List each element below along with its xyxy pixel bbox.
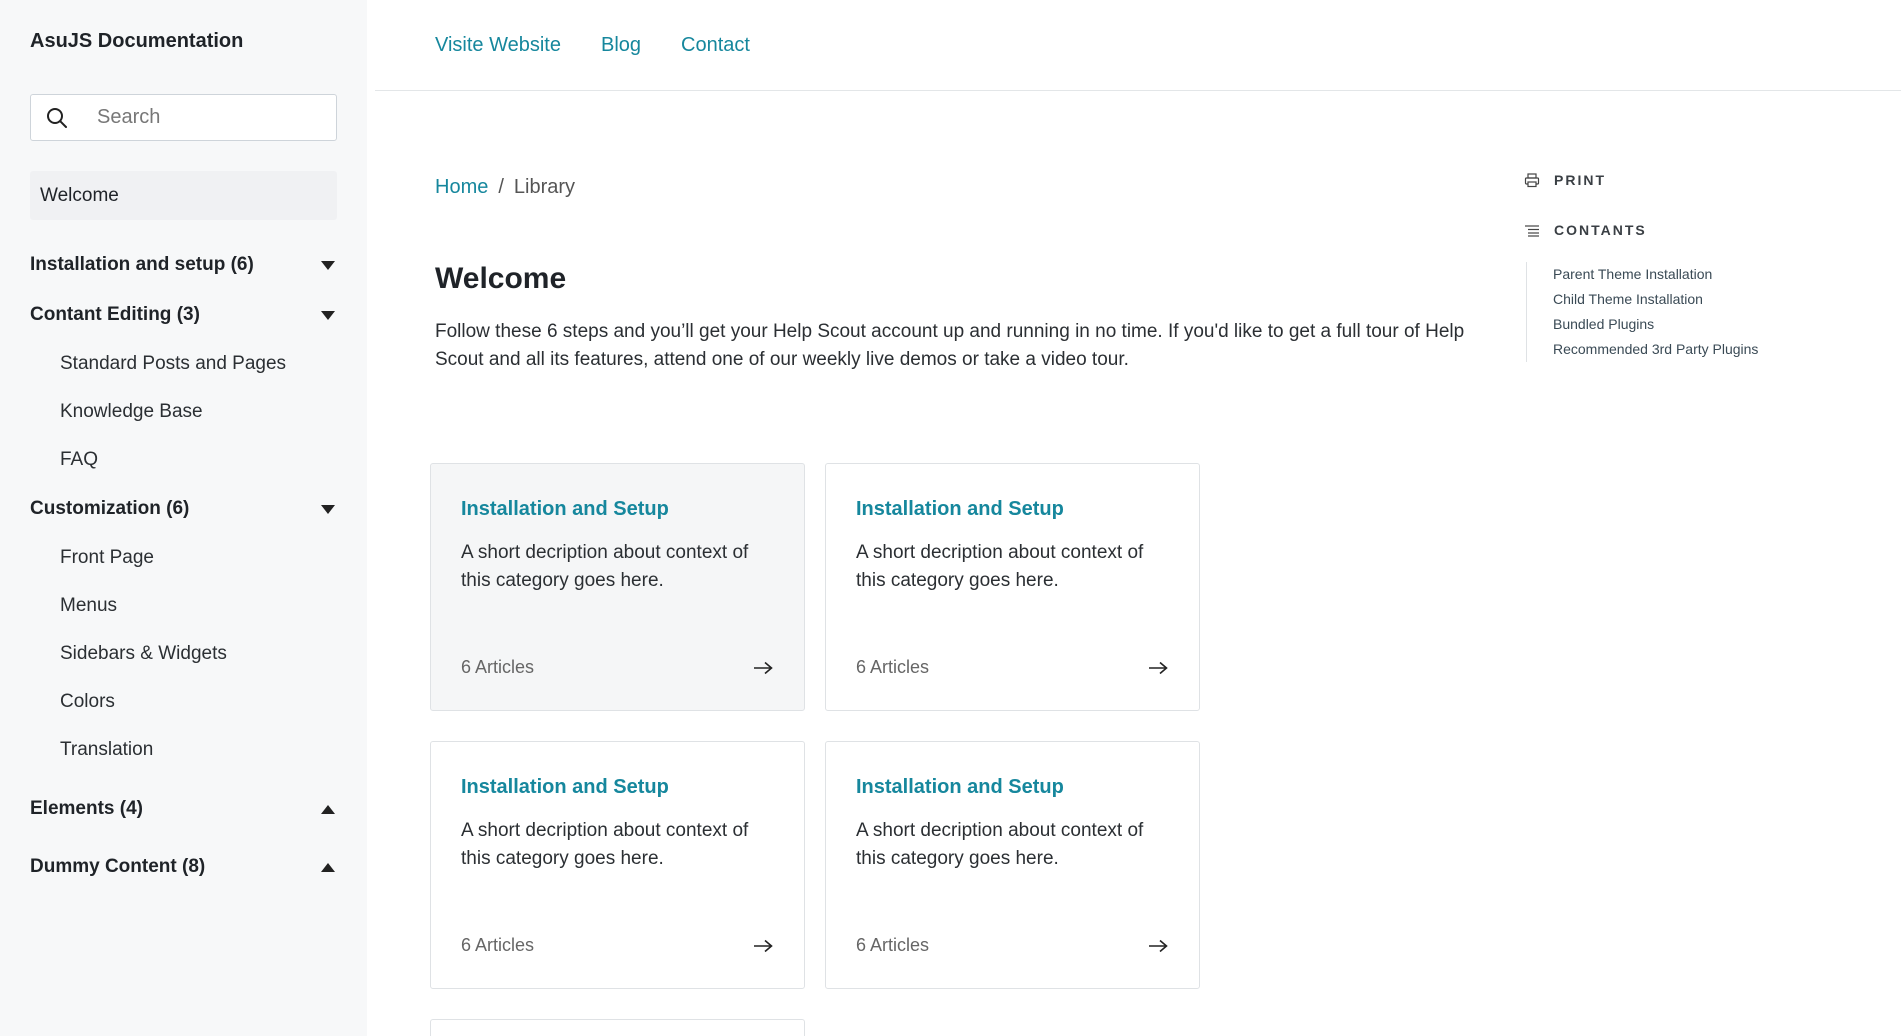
search-input[interactable] [97, 106, 317, 129]
sidebar-item-standard-posts[interactable]: Standard Posts and Pages [60, 340, 337, 388]
sidebar-section-label: Customization (6) [30, 498, 190, 519]
caret-down-icon [321, 504, 335, 514]
sidebar-section-dummy-content[interactable]: Dummy Content (8) [30, 842, 337, 892]
toc-list: Parent Theme Installation Child Theme In… [1526, 262, 1758, 362]
sidebar-sublist: Front Page Menus Sidebars & Widgets Colo… [30, 534, 337, 774]
card-title[interactable]: Installation and Setup [461, 498, 774, 521]
top-nav-links: Visite Website Blog Contact [435, 34, 750, 57]
card-description: A short decription about context of this… [461, 820, 749, 869]
caret-down-icon [321, 310, 335, 320]
breadcrumb-current: Library [513, 176, 576, 198]
card-title[interactable]: Installation and Setup [856, 776, 1169, 799]
card-article-count: 6 Articles [856, 657, 930, 677]
sidebar-section-label: Elements (4) [30, 798, 143, 819]
search-icon [47, 107, 67, 128]
card-title[interactable]: Installation and Setup [856, 498, 1169, 521]
breadcrumb: Home / Library [435, 176, 575, 199]
sidebar-section-customization[interactable]: Customization (6) [30, 484, 337, 534]
top-link-blog[interactable]: Blog [601, 34, 641, 57]
toc-item[interactable]: Parent Theme Installation [1553, 262, 1758, 287]
page-title: Welcome [435, 262, 567, 295]
breadcrumb-home[interactable]: Home [435, 176, 488, 199]
card-footer: 6 Articles [461, 935, 774, 956]
printer-icon [1524, 173, 1540, 188]
category-card-partial[interactable] [430, 1019, 805, 1036]
card-footer: 6 Articles [461, 657, 774, 678]
sidebar-section-elements[interactable]: Elements (4) [30, 784, 337, 834]
sidebar-section-label: Dummy Content (8) [30, 856, 206, 877]
contents-toggle[interactable]: CONTANTS [1524, 218, 1758, 242]
contents-label: CONTANTS [1554, 222, 1647, 238]
category-card[interactable]: Installation and Setup A short decriptio… [430, 741, 805, 989]
sidebar-item-sidebars-widgets[interactable]: Sidebars & Widgets [60, 630, 337, 678]
card-footer: 6 Articles [856, 657, 1169, 678]
list-icon [1525, 225, 1539, 237]
card-description: A short decription about context of this… [856, 820, 1144, 869]
caret-up-icon [321, 804, 335, 814]
print-label: PRINT [1554, 172, 1606, 188]
arrow-right-icon[interactable] [1147, 939, 1169, 953]
sidebar-nav: Installation and setup (6) Contant Editi… [30, 240, 337, 892]
arrow-right-icon[interactable] [752, 939, 774, 953]
top-link-website[interactable]: Visite Website [435, 34, 561, 57]
sidebar-section-content-editing[interactable]: Contant Editing (3) [30, 290, 337, 340]
sidebar-item-menus[interactable]: Menus [60, 582, 337, 630]
search-box[interactable] [30, 94, 337, 141]
sidebar-section-label: Contant Editing (3) [30, 304, 200, 325]
card-description: A short decription about context of this… [856, 542, 1144, 591]
toc-item[interactable]: Bundled Plugins [1553, 312, 1758, 337]
category-card[interactable]: Installation and Setup A short decriptio… [430, 463, 805, 711]
top-nav: Visite Website Blog Contact [375, 0, 1901, 91]
card-footer: 6 Articles [856, 935, 1169, 956]
page-intro: Follow these 6 steps and you’ll get your… [435, 321, 1465, 370]
table-of-contents: PRINT CONTANTS Parent Theme Installation… [1524, 168, 1758, 362]
sidebar: AsuJS Documentation Welcome Installation… [0, 0, 367, 1036]
breadcrumb-separator: / [498, 176, 504, 198]
sidebar-item-welcome[interactable]: Welcome [30, 171, 337, 220]
card-title[interactable]: Installation and Setup [461, 776, 774, 799]
print-button[interactable]: PRINT [1524, 168, 1758, 192]
arrow-right-icon[interactable] [1147, 661, 1169, 675]
toc-item[interactable]: Child Theme Installation [1553, 287, 1758, 312]
sidebar-item-translation[interactable]: Translation [60, 726, 337, 774]
top-link-contact[interactable]: Contact [681, 34, 750, 57]
category-card[interactable]: Installation and Setup A short decriptio… [825, 463, 1200, 711]
brand-title[interactable]: AsuJS Documentation [30, 30, 243, 53]
sidebar-item-colors[interactable]: Colors [60, 678, 337, 726]
toc-item[interactable]: Recommended 3rd Party Plugins [1553, 337, 1758, 362]
caret-down-icon [321, 260, 335, 270]
caret-up-icon [321, 862, 335, 872]
sidebar-item-knowledge-base[interactable]: Knowledge Base [60, 388, 337, 436]
card-article-count: 6 Articles [461, 657, 535, 677]
sidebar-item-front-page[interactable]: Front Page [60, 534, 337, 582]
sidebar-sublist: Standard Posts and Pages Knowledge Base … [30, 340, 337, 484]
card-article-count: 6 Articles [856, 935, 930, 955]
card-article-count: 6 Articles [461, 935, 535, 955]
sidebar-section-installation[interactable]: Installation and setup (6) [30, 240, 337, 290]
arrow-right-icon[interactable] [752, 661, 774, 675]
category-card[interactable]: Installation and Setup A short decriptio… [825, 741, 1200, 989]
sidebar-item-faq[interactable]: FAQ [60, 436, 337, 484]
sidebar-section-label: Installation and setup (6) [30, 254, 254, 275]
card-description: A short decription about context of this… [461, 542, 749, 591]
